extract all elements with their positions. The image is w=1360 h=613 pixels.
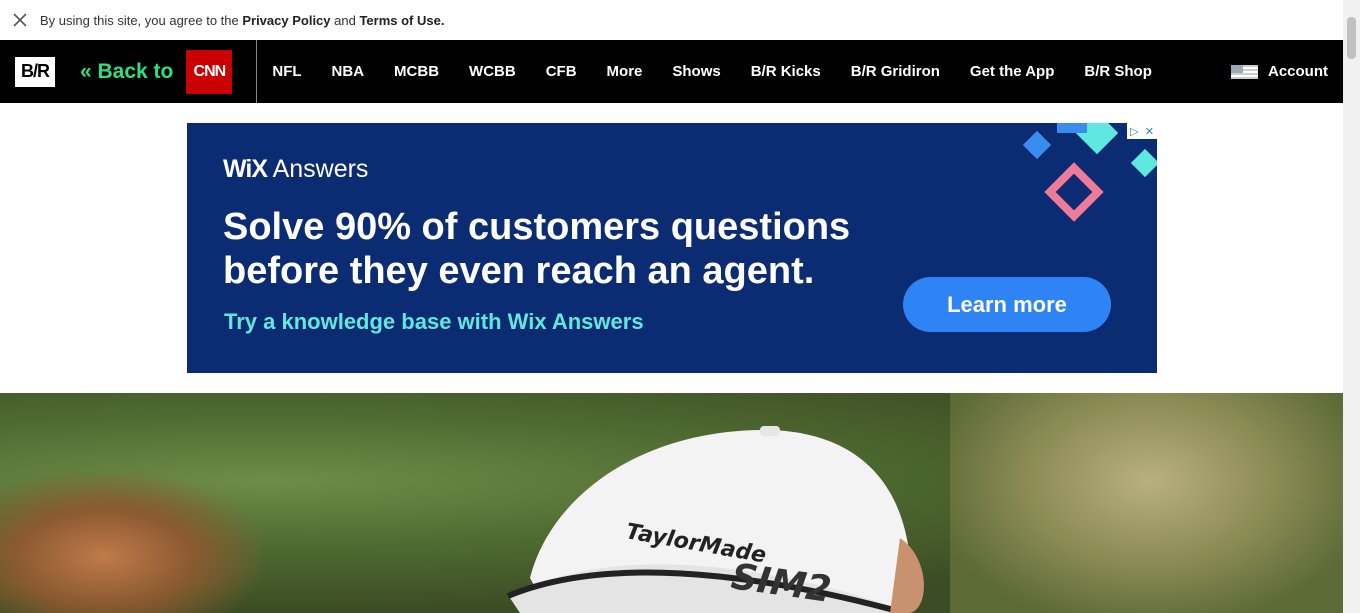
nav-item-nba[interactable]: NBA xyxy=(332,63,365,80)
account-label: Account xyxy=(1268,63,1328,80)
us-flag-icon[interactable] xyxy=(1231,64,1258,79)
wix-brand-bold: WiX xyxy=(223,155,268,183)
hero-image[interactable]: TaylorMade SIM2 xyxy=(0,393,1343,613)
ad-subline: Try a knowledge base with Wix Answers xyxy=(224,309,644,334)
page: By using this site, you agree to the Pri… xyxy=(0,0,1343,613)
cookie-bar: By using this site, you agree to the Pri… xyxy=(0,0,1343,40)
nav-item-nfl[interactable]: NFL xyxy=(272,63,301,80)
scrollbar-thumb[interactable] xyxy=(1347,17,1356,59)
main-nav: B/R « Back to CNN NFL NBA MCBB WCBB CFB … xyxy=(0,40,1343,103)
page-scrollbar[interactable] xyxy=(1343,0,1360,613)
nav-item-shows[interactable]: Shows xyxy=(672,63,720,80)
back-label: « Back to xyxy=(80,59,174,83)
nav-item-more[interactable]: More xyxy=(607,63,643,80)
cookie-text: By using this site, you agree to the Pri… xyxy=(40,13,444,28)
br-logo[interactable]: B/R xyxy=(15,56,55,87)
nav-item-br-kicks[interactable]: B/R Kicks xyxy=(751,63,821,80)
nav-menu: NFL NBA MCBB WCBB CFB More Shows B/R Kic… xyxy=(272,63,1182,80)
nav-item-br-shop[interactable]: B/R Shop xyxy=(1084,63,1152,80)
close-cookie-button[interactable] xyxy=(0,0,40,40)
ad-headline: Solve 90% of customers questions before … xyxy=(223,206,851,292)
cookie-text-prefix: By using this site, you agree to the xyxy=(40,12,243,28)
nav-divider xyxy=(256,40,258,103)
hero-background-blur xyxy=(950,393,1343,613)
close-icon xyxy=(13,13,27,27)
wix-brand-rest: Answers xyxy=(267,155,369,183)
hero-background-blur-left xyxy=(0,473,260,613)
nav-item-mcbb[interactable]: MCBB xyxy=(394,63,439,80)
nav-item-get-the-app[interactable]: Get the App xyxy=(970,63,1054,80)
ad-close-icon[interactable]: ✕ xyxy=(1145,125,1154,138)
learn-more-button[interactable]: Learn more xyxy=(903,277,1111,332)
cnn-logo: CNN xyxy=(186,49,233,94)
back-to-cnn-link[interactable]: « Back to CNN xyxy=(80,49,233,94)
privacy-policy-link[interactable]: Privacy Policy xyxy=(242,13,330,28)
account-button[interactable]: Account xyxy=(1231,40,1328,103)
nav-item-cfb[interactable]: CFB xyxy=(546,63,577,80)
ad-info-icon[interactable]: ▷ xyxy=(1130,125,1138,138)
terms-of-use-link[interactable]: Terms of Use. xyxy=(359,13,444,28)
nav-item-wcbb[interactable]: WCBB xyxy=(469,63,516,80)
ad-choices-button[interactable]: ▷ ✕ xyxy=(1127,123,1157,139)
cookie-text-and: and xyxy=(330,12,360,28)
nav-item-br-gridiron[interactable]: B/R Gridiron xyxy=(851,63,940,80)
wix-answers-logo: WiX Answers xyxy=(223,155,368,184)
golfer-cap-illustration: TaylorMade SIM2 xyxy=(506,426,924,613)
advertisement-banner[interactable]: WiX Answers Solve 90% of customers quest… xyxy=(187,123,1157,373)
ad-diamond-decoration xyxy=(1022,123,1157,222)
